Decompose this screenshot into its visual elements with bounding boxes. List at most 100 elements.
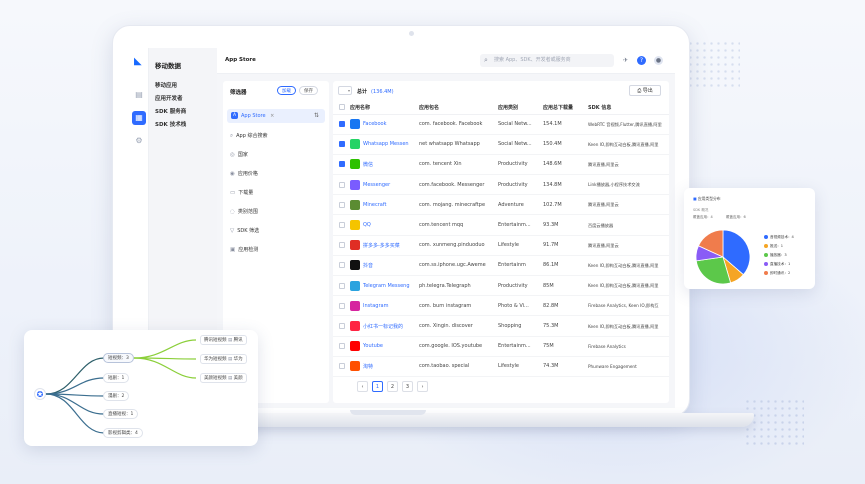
row-checkbox[interactable] (339, 181, 345, 188)
row-checkbox[interactable] (339, 262, 345, 269)
download-count: 154.1M (543, 121, 562, 127)
column-header[interactable]: SDK 信息 (588, 104, 611, 111)
row-checkbox[interactable] (339, 222, 345, 228)
app-icon (350, 341, 360, 352)
page-button[interactable]: 3 (402, 381, 413, 392)
row-checkbox[interactable] (339, 323, 345, 329)
page-button[interactable]: 1 (372, 381, 383, 392)
filter-item-detect[interactable]: ▣ 应用检测 (230, 246, 258, 253)
filter-item-label: 应用检测 (238, 247, 259, 253)
app-name-link[interactable]: QQ (363, 222, 415, 228)
table-row[interactable]: Minecraft com. mojang. minecraftpe Adventu… (333, 196, 669, 216)
filter-item-search[interactable]: ⌕ App 综合搜索 (230, 132, 267, 140)
avatar[interactable]: ● (654, 56, 663, 65)
app-name-link[interactable]: 小红书一标记我的 (363, 323, 415, 330)
row-checkbox[interactable] (339, 343, 345, 350)
table-row[interactable]: 小红书一标记我的 com. Xingin. discover Shopping 75.… (333, 317, 669, 337)
filter-item-category[interactable]: ◌ 类别范围 (230, 208, 258, 215)
table-row[interactable]: QQ com.tencent mqq Entertainm... 93.3M 百度云播放… (333, 216, 669, 236)
app-name-link[interactable]: 淘特 (363, 363, 415, 370)
row-checkbox[interactable] (339, 141, 345, 148)
mindmap-leaf[interactable]: 腾讯短视频 ▤ 腾讯 (200, 335, 247, 345)
column-header[interactable]: 应用名称 (350, 104, 370, 111)
select-all-dropdown[interactable]: ▾ (338, 86, 352, 95)
table-row[interactable]: Telegram Messeng ph.telegra.Telegraph Prod… (333, 277, 669, 297)
table-row[interactable]: Instagram com. burn instagram Photo & Vi..… (333, 297, 669, 317)
nav-item-sdk-vendors[interactable]: SDK 服务商 (155, 107, 186, 115)
mindmap-node[interactable]: 短剧：1 (103, 373, 130, 383)
nav-item-developers[interactable]: 应用开发者 (155, 94, 183, 102)
app-name-link[interactable]: Telegram Messeng (363, 283, 415, 289)
app-name-link[interactable]: Messenger (363, 182, 415, 188)
store-selector[interactable]: A App Store × ⇅ (227, 109, 325, 123)
table-row[interactable]: Youtube com.google. IOS.youtube Entertainm… (333, 337, 669, 357)
row-checkbox[interactable] (339, 302, 345, 309)
pin-icon[interactable]: ✈ (621, 56, 630, 65)
package-name: com.google. IOS.youtube (419, 343, 483, 350)
sdk-info: WebRTC 音视频,Flutter,腾讯直播,阿里 (588, 121, 662, 127)
sort-icon[interactable]: ⇅ (314, 109, 319, 123)
filter-item-downloads[interactable]: ▭ 下载量 (230, 189, 253, 196)
app-category: Adventure (498, 201, 524, 208)
column-header[interactable]: 应用总下载量 (543, 104, 573, 111)
save-button[interactable]: 保存 (299, 86, 318, 95)
page-button[interactable]: 2 (387, 381, 398, 392)
search-input[interactable]: ⌕ 搜索 App、SDK、开发者或服务商 (480, 54, 614, 67)
row-checkbox[interactable] (339, 201, 345, 208)
filter-item-country[interactable]: ◎ 国家 (230, 151, 248, 158)
mindmap-node[interactable]: 直播短视：1 (103, 409, 139, 419)
app-name-link[interactable]: 拼多多-多多买菜 (363, 242, 415, 249)
row-checkbox[interactable] (339, 242, 345, 249)
star-icon[interactable]: ✪ (34, 388, 46, 400)
next-page-button[interactable]: › (417, 381, 428, 392)
column-header[interactable]: 应用类别 (498, 104, 518, 111)
prev-page-button[interactable]: ‹ (357, 381, 368, 392)
app-name-link[interactable]: 抖音 (363, 262, 415, 269)
app-name-link[interactable]: 微信 (363, 161, 415, 168)
select-all-checkbox[interactable] (339, 104, 345, 110)
mindmap-card: ✪ 短视频：3 短剧：1 漫剧：2 直播短视：1 影视剪辑类：4 腾讯短视频 ▤… (24, 330, 258, 446)
mindmap-leaf[interactable]: 美颜短视频 ▤ 美颜 (200, 373, 247, 383)
app-name-link[interactable]: Facebook (363, 121, 415, 127)
app-icon (350, 179, 360, 190)
sdk-info: Phunware Engagement (588, 363, 637, 369)
table-row[interactable]: 微信 com. tencent Xin Productivity 148.6M 腾讯直播… (333, 155, 669, 175)
data-icon[interactable]: ▤ (132, 88, 146, 102)
table-row[interactable]: Whatsapp Messen net whatsapp Whatsapp Soci… (333, 135, 669, 155)
table-row[interactable]: Facebook com. facebook. Facebook Social Ne… (333, 115, 669, 135)
leaf-label: 美颜短视频 (204, 376, 227, 381)
table-row[interactable]: 淘特 com.taobao. special Lifestyle 74.3M Phunw… (333, 357, 669, 377)
table-row[interactable]: 拼多多-多多买菜 com. xunmeng.pinduoduo Lifestyle 9… (333, 236, 669, 256)
apps-icon[interactable]: ▦ (132, 111, 146, 125)
laptop-notch (350, 410, 426, 415)
column-header[interactable]: 应用包名 (419, 104, 439, 111)
load-button[interactable]: 加载 (277, 86, 296, 95)
nav-item-mobile-apps[interactable]: 移动应用 (155, 81, 177, 89)
help-icon[interactable]: ? (637, 56, 646, 65)
table-row[interactable]: Messenger com.facebook. Messenger Producti… (333, 176, 669, 196)
mindmap-node[interactable]: 短视频：3 (103, 353, 134, 363)
row-checkbox[interactable] (339, 282, 345, 289)
nav-item-sdk-stack[interactable]: SDK 技术栈 (155, 120, 186, 128)
app-name-link[interactable]: Youtube (363, 343, 415, 349)
app-name-link[interactable]: Instagram (363, 303, 415, 309)
export-button[interactable]: ⎙ 导出 (629, 85, 661, 96)
row-checkbox[interactable] (339, 363, 345, 370)
row-checkbox[interactable] (339, 121, 345, 127)
remove-icon[interactable]: × (270, 113, 274, 119)
mindmap-node[interactable]: 漫剧：2 (103, 391, 130, 401)
package-name: com. burn instagram (419, 302, 472, 309)
row-checkbox[interactable] (339, 161, 345, 168)
mindmap-leaf[interactable]: 华为短视频 ▤ 华为 (200, 354, 247, 364)
app-logo: ◣ (134, 56, 142, 67)
app-name-link[interactable]: Minecraft (363, 202, 415, 208)
chart-title: ■ 应用类型分布 (693, 196, 721, 202)
app-name-link[interactable]: Whatsapp Messen (363, 141, 415, 147)
mindmap-node[interactable]: 影视剪辑类：4 (103, 428, 143, 438)
settings-icon[interactable]: ⚙ (132, 134, 146, 148)
filter-item-sdk[interactable]: ▽ SDK 筛选 (230, 227, 259, 234)
table-row[interactable]: 抖音 com.ss.iphone.ugc.Aweme Entertainm 86.1M… (333, 256, 669, 276)
filter-item-price[interactable]: ◉ 应用价格 (230, 170, 258, 177)
leaf-tag: 美颜 (233, 376, 243, 381)
legend-item: 播放器：3 (764, 253, 787, 258)
